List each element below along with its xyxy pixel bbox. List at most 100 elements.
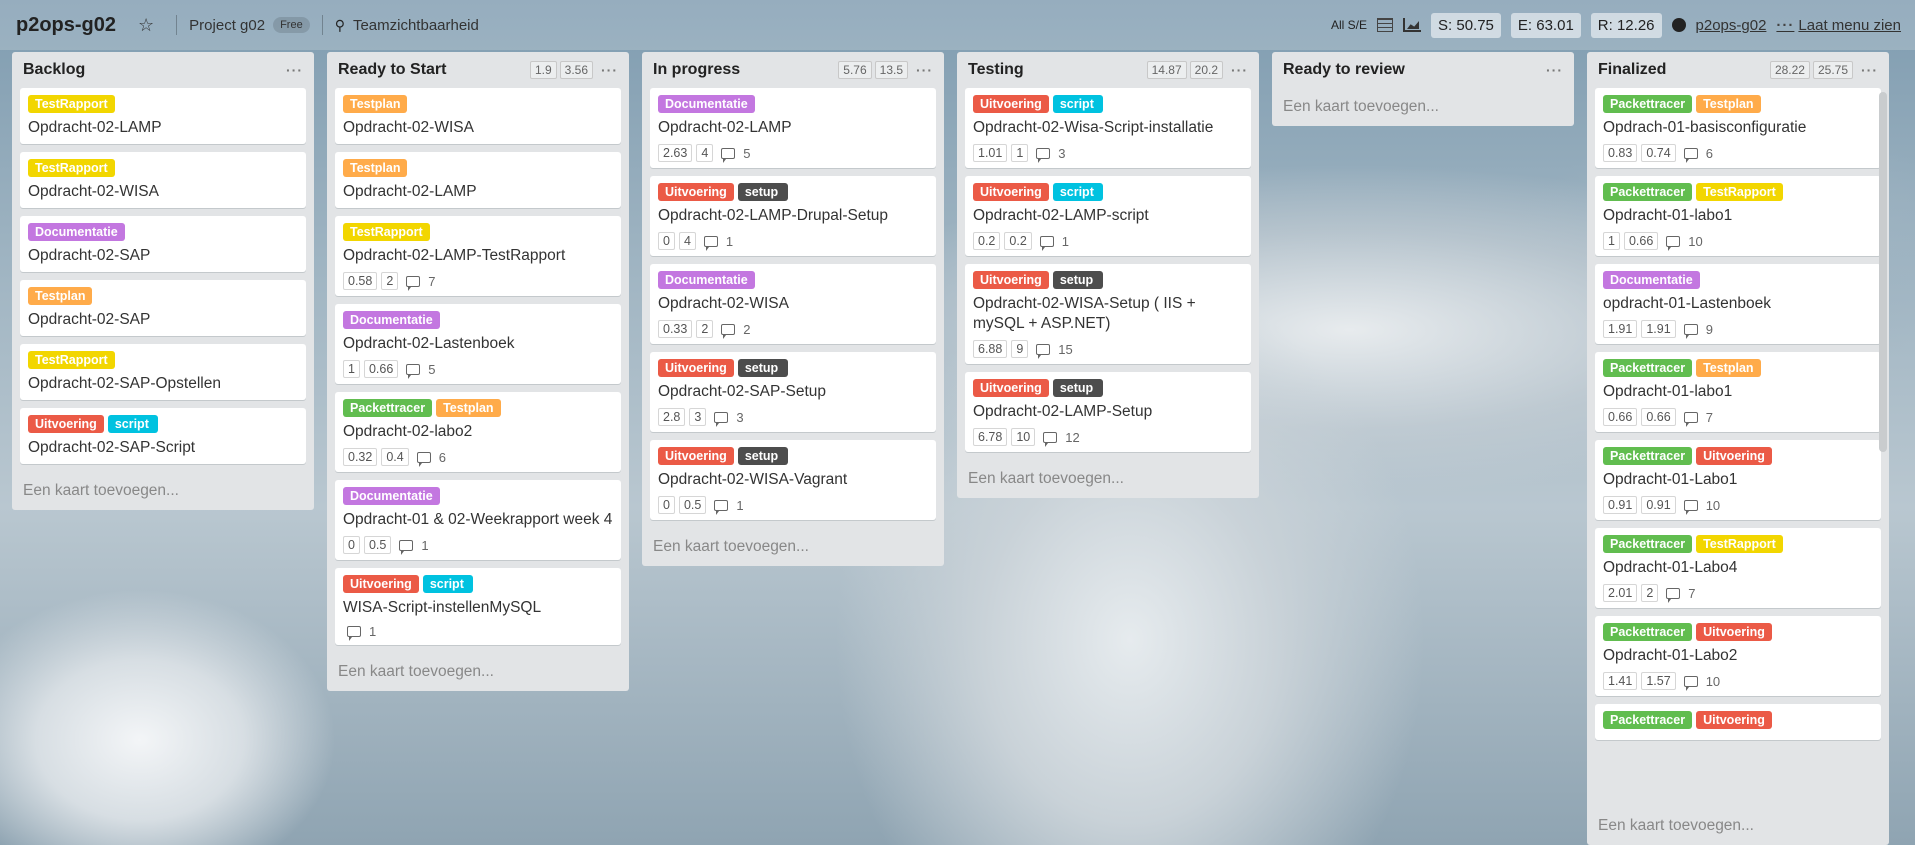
card[interactable]: Packettracer Testplan Opdrach-01-basisconf… [1595, 88, 1881, 168]
github-link[interactable]: p2ops-g02 [1696, 17, 1767, 34]
comment-icon [1039, 235, 1054, 251]
card[interactable]: Testplan Opdracht-02-LAMP [335, 152, 621, 208]
list-title[interactable]: In progress [653, 61, 835, 79]
list-scrollbar[interactable] [1879, 92, 1887, 452]
card-labels: TestRapport [28, 95, 298, 113]
spent-badge: 2.63 [658, 144, 693, 162]
card[interactable]: Uitvoering script Opdracht-02-SAP-Script [20, 408, 306, 464]
add-card-button[interactable]: Een kaart toevoegen... [965, 460, 1251, 498]
card-badges: 2.01 2 7 [1603, 584, 1873, 603]
card[interactable]: Packettracer Testplan Opdracht-01-labo1 0.6… [1595, 352, 1881, 432]
comment-count: 1 [369, 624, 377, 639]
card[interactable]: Documentatie Opdracht-02-Lastenboek 1 0.66 5 [335, 304, 621, 384]
card[interactable]: Packettracer Uitvoering Opdracht-01-Labo2 1… [1595, 616, 1881, 696]
card[interactable]: Packettracer Testplan Opdracht-02-labo2 0.3… [335, 392, 621, 472]
header-right: All S/E S: 50.75 E: 63.01 R: 12.26 p2ops… [1331, 0, 1901, 50]
comment-icon [1683, 675, 1698, 691]
card-title: Opdracht-02-SAP [28, 247, 151, 264]
list-view-icon[interactable] [1377, 18, 1394, 32]
card[interactable]: TestRapport Opdracht-02-LAMP-TestRapport 0… [335, 216, 621, 296]
plan-badge: Free [273, 17, 310, 33]
more-icon: ··· [1776, 16, 1795, 34]
card[interactable]: Uitvoering script Opdracht-02-LAMP-script 0… [965, 176, 1251, 256]
card[interactable]: Documentatie Opdracht-02-SAP [20, 216, 306, 272]
card[interactable]: TestRapport Opdracht-02-SAP-Opstellen [20, 344, 306, 400]
card[interactable]: Documentatie Opdracht-02-WISA 0.33 2 2 [650, 264, 936, 344]
card[interactable]: Testplan Opdracht-02-WISA [335, 88, 621, 144]
add-card-button[interactable]: Een kaart toevoegen... [20, 472, 306, 510]
label-setup: setup [1052, 379, 1103, 397]
label-script: script [422, 575, 473, 593]
card-title: Opdracht-02-labo2 [343, 423, 473, 440]
label-testrapport: TestRapport [1696, 183, 1783, 201]
show-menu-button[interactable]: ··· Laat menu zien [1776, 17, 1901, 34]
estimate-badge: 2 [696, 320, 714, 338]
list-menu-icon[interactable]: ··· [286, 62, 303, 78]
card-badges: 0.32 0.4 6 [343, 448, 613, 467]
card[interactable]: Documentatie opdracht-01-Lastenboek 1.91 1.… [1595, 264, 1881, 344]
card[interactable]: Testplan Opdracht-02-SAP [20, 280, 306, 336]
list-menu-icon[interactable]: ··· [916, 62, 933, 78]
list-menu-icon[interactable]: ··· [601, 62, 618, 78]
list-menu-icon[interactable]: ··· [1861, 62, 1878, 78]
comment-count: 10 [1705, 673, 1721, 689]
chart-icon[interactable] [1403, 18, 1422, 32]
card[interactable]: TestRapport Opdracht-02-WISA [20, 152, 306, 208]
comment-icon [347, 626, 361, 641]
list-ready-to-start: Ready to Start 1.9 3.56 ··· Testplan Opdracht… [327, 52, 629, 691]
list-header: Ready to review ··· [1280, 52, 1566, 88]
card[interactable]: Documentatie Opdracht-01 & 02-Weekrapport… [335, 480, 621, 560]
label-uitvoering: Uitvoering [658, 447, 734, 465]
card[interactable]: Packettracer Uitvoering Opdracht-01-Labo1 0… [1595, 440, 1881, 520]
add-card-button[interactable]: Een kaart toevoegen... [335, 653, 621, 691]
list-testing: Testing 14.87 20.2 ··· Uitvoering script Opdra… [957, 52, 1259, 498]
card[interactable]: TestRapport Opdracht-02-LAMP [20, 88, 306, 144]
card[interactable]: Uitvoering setup Opdracht-02-LAMP-Setup 6.7… [965, 372, 1251, 452]
list-menu-icon[interactable]: ··· [1546, 62, 1563, 78]
list-title[interactable]: Testing [968, 61, 1144, 79]
add-card-button[interactable]: Een kaart toevoegen... [650, 528, 936, 566]
card[interactable]: Uitvoering setup Opdracht-02-LAMP-Drupal-S… [650, 176, 936, 256]
card[interactable]: Packettracer TestRapport Opdracht-01-labo1… [1595, 176, 1881, 256]
list-estimate-total: 25.75 [1812, 61, 1853, 79]
card[interactable]: Uitvoering setup Opdracht-02-WISA-Setup ( … [965, 264, 1251, 364]
label-testplan: Testplan [1696, 359, 1761, 377]
team-visibility[interactable]: Teamzichtbaarheid [353, 17, 479, 34]
list-title[interactable]: Finalized [1598, 61, 1767, 79]
add-card-button[interactable]: Een kaart toevoegen... [1595, 807, 1881, 845]
comment-count: 5 [428, 361, 436, 377]
comment-icon [1683, 411, 1698, 427]
list-title[interactable]: Ready to Start [338, 61, 527, 79]
comment-icon [703, 235, 718, 251]
stat-s: S: 50.75 [1431, 12, 1501, 38]
list-menu-icon[interactable]: ··· [1231, 62, 1248, 78]
card[interactable]: Uitvoering setup Opdracht-02-WISA-Vagrant 0… [650, 440, 936, 520]
star-icon[interactable]: ☆ [138, 15, 154, 36]
list-spent-total: 14.87 [1146, 61, 1187, 79]
estimate-badge: 1 [1011, 144, 1029, 162]
card-badges: 0.66 0.66 7 [1603, 408, 1873, 427]
list-header: In progress 5.76 13.5 ··· [650, 52, 936, 88]
label-documentatie: Documentatie [343, 311, 440, 329]
estimate-badge: 9 [1011, 340, 1029, 358]
all-se-label[interactable]: All S/E [1331, 18, 1367, 32]
list-title[interactable]: Backlog [23, 61, 278, 79]
comment-count: 6 [438, 449, 446, 465]
card[interactable]: Uitvoering script Opdracht-02-Wisa-Script-… [965, 88, 1251, 168]
card[interactable]: Uitvoering script WISA-Script-instellenMyS… [335, 568, 621, 645]
add-card-button[interactable]: Een kaart toevoegen... [1280, 88, 1566, 126]
project-name[interactable]: Project g02 [189, 17, 265, 34]
label-testrapport: TestRapport [28, 95, 115, 113]
card-labels: Uitvoering script [28, 415, 298, 433]
label-testplan: Testplan [28, 287, 93, 305]
card[interactable]: Packettracer Uitvoering [1595, 704, 1881, 740]
list-in-progress: In progress 5.76 13.5 ··· Documentatie Opdrac… [642, 52, 944, 566]
card[interactable]: Uitvoering setup Opdracht-02-SAP-Setup 2.8 3… [650, 352, 936, 432]
list-header: Finalized 28.22 25.75 ··· [1595, 52, 1881, 88]
list-title[interactable]: Ready to review [1283, 61, 1538, 79]
label-uitvoering: Uitvoering [1696, 623, 1772, 641]
card[interactable]: Documentatie Opdracht-02-LAMP 2.63 4 5 [650, 88, 936, 168]
board-title[interactable]: p2ops-g02 [16, 14, 116, 37]
card[interactable]: Packettracer TestRapport Opdracht-01-Labo4… [1595, 528, 1881, 608]
label-testrapport: TestRapport [1696, 535, 1783, 553]
